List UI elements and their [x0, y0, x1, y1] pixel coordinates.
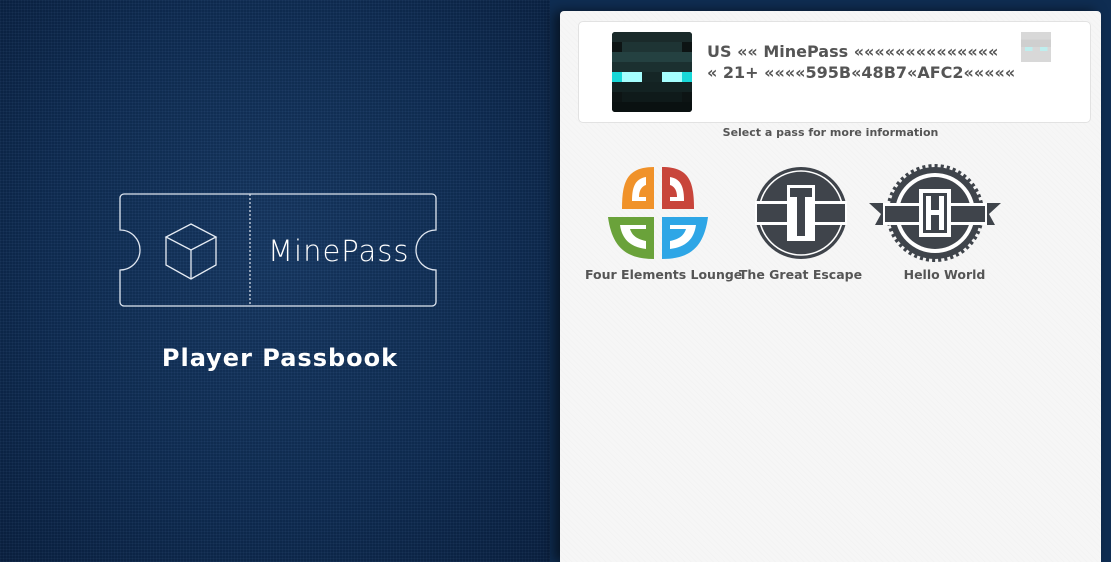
- hello-world-logo: [868, 164, 1001, 262]
- pass-item-four-elements-lounge[interactable]: Four Elements Lounge: [585, 163, 743, 282]
- four-elements-logo: [607, 167, 708, 259]
- pass-label: The Great Escape: [738, 267, 863, 282]
- brand-name: MinePass: [268, 234, 410, 268]
- page-subtitle: Player Passbook: [161, 344, 399, 372]
- great-escape-logo: [754, 167, 847, 259]
- pass-card-text: US «« MinePass «««««««««««««« « 21+ ««««…: [707, 41, 1027, 83]
- pass-item-the-great-escape[interactable]: The Great Escape: [728, 163, 873, 282]
- pass-panel: US «« MinePass «««««««««««««« « 21+ ««««…: [560, 11, 1101, 562]
- pass-label: Four Elements Lounge: [585, 267, 743, 282]
- brand-pane: MinePass Player Passbook: [0, 0, 550, 562]
- cube-icon: [164, 223, 218, 280]
- pass-item-hello-world[interactable]: Hello World: [868, 163, 1017, 282]
- enderman-thumbnail-icon: [1021, 32, 1051, 62]
- pass-card[interactable]: US «« MinePass «««««««««««««« « 21+ ««««…: [578, 21, 1091, 123]
- pass-label: Hello World: [903, 267, 986, 282]
- pass-card-line1: US «« MinePass ««««««««««««««: [707, 42, 999, 61]
- pass-card-line2: « 21+ ««««595B«48B7«AFC2«««««: [707, 63, 1016, 82]
- select-pass-hint: Select a pass for more information: [722, 126, 939, 139]
- enderman-face-icon: [612, 32, 692, 112]
